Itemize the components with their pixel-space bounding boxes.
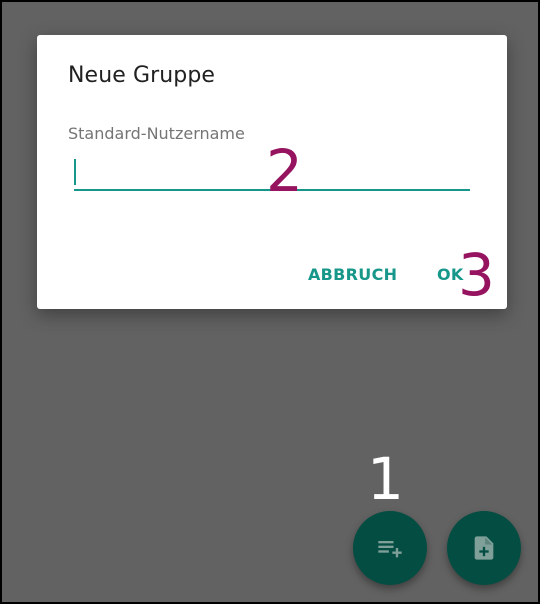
default-username-label: Standard-Nutzername bbox=[68, 124, 245, 143]
playlist-add-icon bbox=[378, 541, 402, 558]
cancel-button[interactable]: ABBRUCH bbox=[306, 261, 399, 288]
add-document-fab[interactable] bbox=[447, 511, 521, 585]
annotation-1: 1 bbox=[367, 445, 404, 513]
annotation-3: 3 bbox=[458, 241, 495, 309]
text-caret bbox=[74, 159, 76, 185]
note-add-icon bbox=[474, 536, 494, 560]
add-group-fab[interactable] bbox=[353, 511, 427, 585]
dialog-title: Neue Gruppe bbox=[68, 63, 216, 88]
annotation-2: 2 bbox=[266, 137, 303, 205]
app-screen: Neue Gruppe Standard-Nutzername ABBRUCH … bbox=[2, 2, 538, 602]
